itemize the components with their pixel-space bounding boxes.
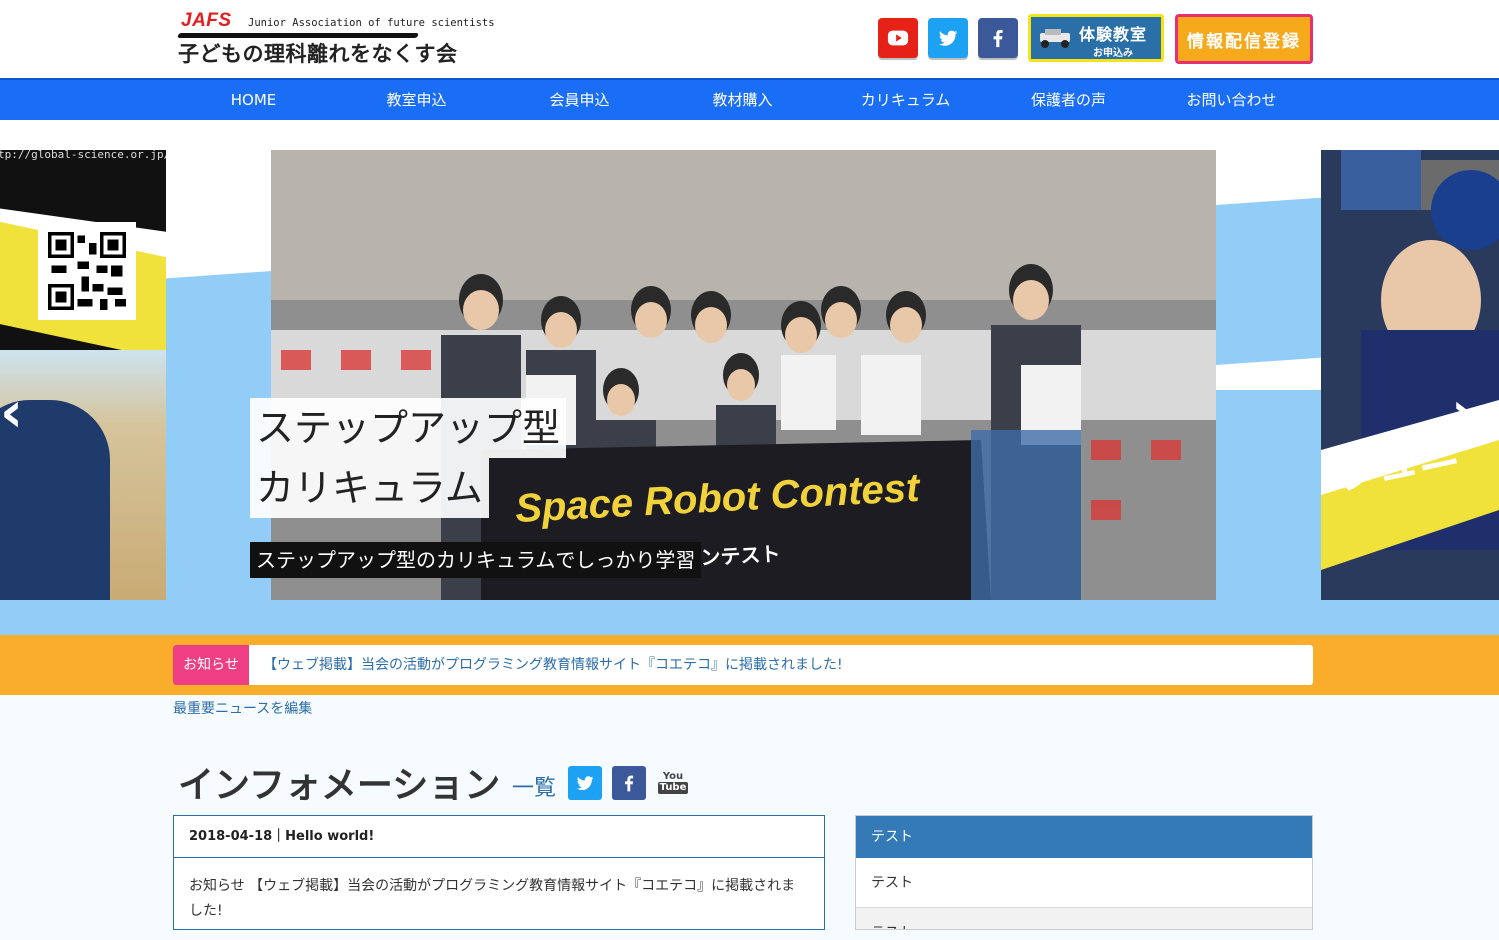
information-list-link[interactable]: 一覧 <box>512 770 556 802</box>
contest-photo: Space Robot Contest ロボットコンテスト <box>271 150 1216 600</box>
info-register-button[interactable]: 情報配信登録 <box>1175 14 1313 64</box>
notice-label: お知らせ <box>173 645 249 685</box>
edit-important-news-link[interactable]: 最重要ニュースを編集 <box>173 698 312 718</box>
youtube-button[interactable] <box>878 18 918 58</box>
nav-home[interactable]: HOME <box>172 80 335 120</box>
slide-caption-title: ステップアップ型 カリキュラム <box>250 398 567 518</box>
facebook-icon <box>993 29 1003 48</box>
twitter-button[interactable] <box>928 18 968 58</box>
slider-next-arrow[interactable]: › <box>1451 380 1474 445</box>
facebook-icon <box>625 775 634 792</box>
post-body: お知らせ 【ウェブ掲載】当会の活動がプログラミング教育情報サイト『コエテコ』に掲… <box>189 878 796 919</box>
notice-box: お知らせ 【ウェブ掲載】当会の活動がプログラミング教育情報サイト『コエテコ』に掲… <box>173 645 1313 685</box>
slider-prev-arrow[interactable]: ‹ <box>0 380 23 445</box>
sidebar-item[interactable]: テスト <box>856 858 1312 908</box>
logo-jafs: JAFS <box>181 10 232 31</box>
sidebar-panel: テスト テスト テスト <box>855 815 1313 930</box>
twitter-icon <box>938 30 958 46</box>
site-header: JAFS Junior Association of future scient… <box>0 0 1499 78</box>
info-youtube-button[interactable]: You Tube <box>656 766 690 800</box>
information-heading: インフォメーション <box>178 765 501 806</box>
trial-class-label: 体験教室 <box>1079 25 1148 44</box>
nav-member-apply[interactable]: 会員申込 <box>498 80 661 120</box>
youtube-icon <box>887 30 909 46</box>
nav-materials[interactable]: 教材購入 <box>661 80 824 120</box>
slide-title-line2: カリキュラム <box>250 458 489 518</box>
slide-next[interactable]: ジュニ › <box>1321 150 1499 600</box>
qr-code-icon <box>48 232 126 310</box>
twitter-icon <box>576 776 594 791</box>
info-twitter-button[interactable] <box>568 766 602 800</box>
info-facebook-button[interactable] <box>612 766 646 800</box>
trial-class-sublabel: お申込み <box>1093 48 1133 59</box>
qr-code <box>38 222 136 320</box>
nav-class-apply[interactable]: 教室申込 <box>335 80 498 120</box>
main-nav: HOME 教室申込 会員申込 教材購入 カリキュラム 保護者の声 お問い合わせ <box>0 78 1499 120</box>
nav-parents-voice[interactable]: 保護者の声 <box>987 80 1150 120</box>
slide-url-text: tp://global-science.or.jp/ <box>0 150 166 161</box>
sidebar-item[interactable]: テスト <box>856 908 1312 929</box>
notice-bar: お知らせ 【ウェブ掲載】当会の活動がプログラミング教育情報サイト『コエテコ』に掲… <box>0 635 1499 695</box>
youtube-icon-bottom: Tube <box>657 782 689 794</box>
notice-link[interactable]: 【ウェブ掲載】当会の活動がプログラミング教育情報サイト『コエテコ』に掲載されまし… <box>263 645 843 685</box>
nav-curriculum[interactable]: カリキュラム <box>824 80 987 120</box>
slide-title-line1: ステップアップ型 <box>250 398 567 458</box>
site-logo[interactable]: JAFS Junior Association of future scient… <box>177 10 495 68</box>
next-slide-photo: ジュニ <box>1321 150 1499 600</box>
robot-car-icon <box>1040 29 1070 48</box>
youtube-icon-top: You <box>662 771 684 782</box>
trial-class-button[interactable]: 体験教室 お申込み <box>1028 14 1164 62</box>
slide-caption-subtitle: ステップアップ型のカリキュラムでしっかり学習 <box>250 542 702 578</box>
facebook-button[interactable] <box>978 18 1018 58</box>
hero-slider: tp://global-science.or.jp/ ‹ Space Robot… <box>0 120 1499 635</box>
logo-english-name: Junior Association of future scientists <box>248 17 495 29</box>
nav-contact[interactable]: お問い合わせ <box>1150 80 1313 120</box>
slide-current-photo[interactable]: Space Robot Contest ロボットコンテスト <box>271 150 1216 600</box>
post-header[interactable]: 2018-04-18｜Hello world! <box>174 816 824 858</box>
slide-previous[interactable]: tp://global-science.or.jp/ ‹ <box>0 150 166 600</box>
sidebar-heading: テスト <box>856 816 1312 858</box>
logo-japanese-name: 子どもの理科離れをなくす会 <box>178 42 458 66</box>
post-card: 2018-04-18｜Hello world! お知らせ 【ウェブ掲載】当会の活… <box>173 815 825 930</box>
